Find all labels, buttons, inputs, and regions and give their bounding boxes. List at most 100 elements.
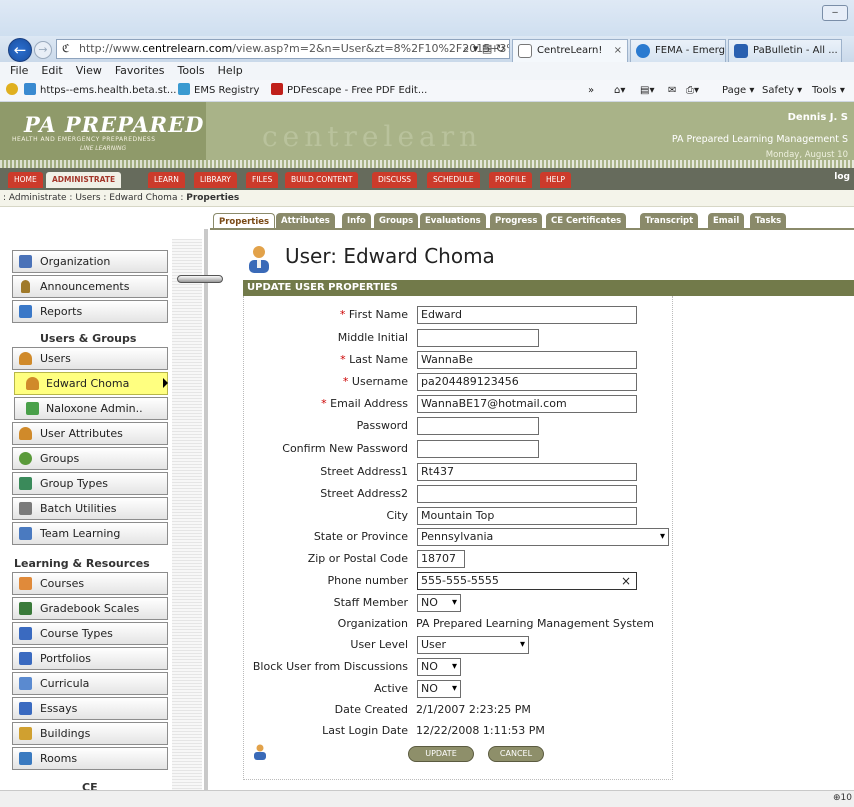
menu-favorites[interactable]: Favorites bbox=[115, 64, 165, 77]
user-level-select[interactable]: User ▾ bbox=[417, 636, 529, 654]
sidebar-item-rooms[interactable]: Rooms bbox=[12, 747, 168, 770]
forward-arrow-icon[interactable]: → bbox=[34, 41, 52, 59]
field-label: Active bbox=[374, 682, 408, 695]
menu-file[interactable]: File bbox=[10, 64, 28, 77]
sidebar-item-groups[interactable]: Groups bbox=[12, 447, 168, 470]
staff-member-select[interactable]: NO ▾ bbox=[417, 594, 461, 612]
page-menu[interactable]: Page ▾ bbox=[722, 80, 754, 102]
street-address2-input[interactable] bbox=[417, 485, 637, 503]
nav-administrate[interactable]: ADMINISTRATE bbox=[46, 172, 122, 188]
block-user-from-discussions-select[interactable]: NO ▾ bbox=[417, 658, 461, 676]
username-input[interactable]: pa204489123456 bbox=[417, 373, 637, 391]
field-label-text: City bbox=[386, 509, 408, 522]
nav-schedule[interactable]: SCHEDULE bbox=[427, 172, 480, 188]
tab-email[interactable]: Email bbox=[708, 213, 745, 229]
active-select[interactable]: NO ▾ bbox=[417, 680, 461, 698]
nav-build-content[interactable]: BUILD CONTENT bbox=[285, 172, 359, 188]
menu-tools[interactable]: Tools bbox=[178, 64, 205, 77]
sidebar-item-essays[interactable]: Essays bbox=[12, 697, 168, 720]
safety-menu[interactable]: Safety ▾ bbox=[762, 80, 802, 102]
chevron-down-icon: ▾ bbox=[451, 683, 457, 694]
last-name-input[interactable]: WannaBe bbox=[417, 351, 637, 369]
first-name-input[interactable]: Edward bbox=[417, 306, 637, 324]
nav-library[interactable]: LIBRARY bbox=[194, 172, 237, 188]
nav-help[interactable]: HELP bbox=[540, 172, 572, 188]
field-label-text: First Name bbox=[348, 308, 408, 321]
sidebar-item-user-attributes[interactable]: User Attributes bbox=[12, 422, 168, 445]
middle-initial-input[interactable] bbox=[417, 329, 539, 347]
tab-close-icon[interactable]: × bbox=[614, 40, 622, 61]
tools-menu[interactable]: Tools ▾ bbox=[812, 80, 845, 102]
breadcrumb-path[interactable]: : Administrate : Users : Edward Choma : bbox=[3, 193, 186, 203]
browser-tab-fema[interactable]: FEMA - Emerg... bbox=[630, 39, 726, 62]
update-button[interactable]: UPDATE bbox=[408, 746, 474, 762]
pa-prepared-logo[interactable]: PA PREPARED HEALTH AND EMERGENCY PREPARE… bbox=[0, 102, 206, 168]
sidebar-item-users[interactable]: Users bbox=[12, 347, 168, 370]
tab-info[interactable]: Info bbox=[342, 213, 371, 229]
tab-transcript[interactable]: Transcript bbox=[640, 213, 699, 229]
password-input[interactable] bbox=[417, 417, 539, 435]
sidebar-item-reports[interactable]: Reports bbox=[12, 300, 168, 323]
favorite-link-2[interactable]: EMS Registry bbox=[178, 80, 259, 102]
tab-attributes[interactable]: Attributes bbox=[276, 213, 335, 229]
tab-evaluations[interactable]: Evaluations bbox=[420, 213, 486, 229]
sidebar-item-team-learning[interactable]: Team Learning bbox=[12, 522, 168, 545]
menu-view[interactable]: View bbox=[76, 64, 102, 77]
tab-properties[interactable]: Properties bbox=[213, 213, 276, 229]
phone-number-input[interactable]: 555-555-5555 × bbox=[417, 572, 637, 590]
feeds-icon[interactable]: ▤▾ bbox=[640, 80, 654, 102]
sidebar-item-gradebook-scales[interactable]: Gradebook Scales bbox=[12, 597, 168, 620]
sidebar-item-courses[interactable]: Courses bbox=[12, 572, 168, 595]
sub-tabs: Properties Attributes Info Groups Evalua… bbox=[0, 207, 854, 229]
tab-groups[interactable]: Groups bbox=[374, 213, 419, 229]
state-or-province-select[interactable]: Pennsylvania ▾ bbox=[417, 528, 669, 546]
menu-help[interactable]: Help bbox=[218, 64, 243, 77]
nav-files[interactable]: FILES bbox=[246, 172, 279, 188]
sidebar-item-organization[interactable]: Organization bbox=[12, 250, 168, 273]
nav-discuss[interactable]: DISCUSS bbox=[372, 172, 417, 188]
logout-link[interactable]: log bbox=[834, 172, 850, 182]
sidebar-item-batch-utilities[interactable]: Batch Utilities bbox=[12, 497, 168, 520]
address-bar[interactable]: ℭ http://www.centrelearn.com/view.asp?m=… bbox=[56, 39, 510, 59]
favorite-link-1[interactable]: https--ems.health.beta.st... bbox=[24, 80, 176, 102]
confirm-new-password-input[interactable] bbox=[417, 440, 539, 458]
favorites-star-icon[interactable] bbox=[6, 80, 22, 102]
favorite-link-3[interactable]: PDFescape - Free PDF Edit... bbox=[271, 80, 427, 102]
sidebar-item-edward-choma[interactable]: Edward Choma bbox=[14, 372, 168, 395]
home-icon[interactable]: ⌂▾ bbox=[614, 80, 625, 102]
minimize-button[interactable]: ‒ bbox=[822, 5, 848, 21]
field-label-text: Username bbox=[351, 375, 408, 388]
tab-ce-certificates[interactable]: CE Certificates bbox=[546, 213, 627, 229]
nav-learn[interactable]: LEARN bbox=[148, 172, 185, 188]
print-icon[interactable]: ⎙▾ bbox=[686, 80, 699, 102]
sidebar-item-group-types[interactable]: Group Types bbox=[12, 472, 168, 495]
sidebar-item-announcements[interactable]: Announcements bbox=[12, 275, 168, 298]
email-address-input[interactable]: WannaBE17@hotmail.com bbox=[417, 395, 637, 413]
back-arrow-icon[interactable]: ← bbox=[8, 38, 32, 62]
sidebar-collapse-handle[interactable] bbox=[177, 275, 223, 283]
sidebar-item-curricula[interactable]: Curricula bbox=[12, 672, 168, 695]
tab-tasks[interactable]: Tasks bbox=[750, 213, 787, 229]
cancel-button[interactable]: CANCEL bbox=[488, 746, 544, 762]
address-controls[interactable]: ⌕ ▾ ▤ ↻ bbox=[463, 40, 505, 58]
nav-profile[interactable]: PROFILE bbox=[489, 172, 533, 188]
sidebar-item-buildings[interactable]: Buildings bbox=[12, 722, 168, 745]
favorites-more[interactable]: » bbox=[588, 80, 594, 102]
field-value: NO bbox=[421, 660, 438, 673]
menu-edit[interactable]: Edit bbox=[41, 64, 62, 77]
clear-icon[interactable]: × bbox=[621, 573, 631, 589]
browser-tab-pabulletin[interactable]: PaBulletin - All ... bbox=[728, 39, 842, 62]
sidebar-item-portfolios[interactable]: Portfolios bbox=[12, 647, 168, 670]
sidebar-item-course-types[interactable]: Course Types bbox=[12, 622, 168, 645]
tab-progress[interactable]: Progress bbox=[490, 213, 543, 229]
field-label: * Last Name bbox=[340, 353, 408, 366]
nav-home[interactable]: HOME bbox=[8, 172, 43, 188]
mail-icon[interactable]: ✉ bbox=[668, 80, 676, 102]
zoom-level[interactable]: ⊕10 bbox=[833, 793, 852, 803]
zip-or-postal-code-input[interactable]: 18707 bbox=[417, 550, 465, 568]
street-address1-input[interactable]: Rt437 bbox=[417, 463, 637, 481]
browser-tab-centrelearn[interactable]: CentreLearn! × bbox=[512, 39, 628, 62]
city-input[interactable]: Mountain Top bbox=[417, 507, 637, 525]
field-label-text: Password bbox=[356, 419, 408, 432]
sidebar-item-naloxone-admin[interactable]: Naloxone Admin.. bbox=[14, 397, 168, 420]
